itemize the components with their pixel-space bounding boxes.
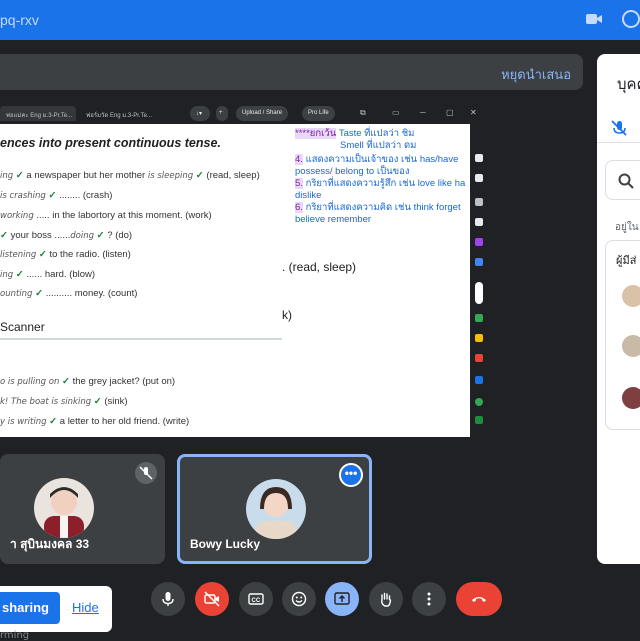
note-line: ****ยกเว้น Taste ที่แปลว่า ชิม xyxy=(295,128,415,139)
stop-presenting-button[interactable]: หยุดนำเสนอ xyxy=(501,64,571,85)
divider xyxy=(0,338,282,340)
raise-hand-button[interactable] xyxy=(369,582,403,616)
more-vert-icon xyxy=(427,592,431,606)
close-icon: ✕ xyxy=(470,108,477,117)
worksheet-line: listening ✓ to the radio. (listen) xyxy=(0,249,131,260)
hand-icon xyxy=(381,592,392,607)
worksheet-line: ing ✓ a newspaper but her mother is slee… xyxy=(0,170,260,181)
pen-purple-icon[interactable] xyxy=(475,238,483,246)
list-header: ผู้มีส่ xyxy=(616,255,637,267)
mic-off-icon xyxy=(135,462,157,484)
shared-browser-toolbar: พ่อแม่คะ Eng ม.3-Pr.Te... ฟอร์มวัด Eng ม… xyxy=(0,102,488,124)
note-line: dislike xyxy=(295,190,322,201)
pen-green-icon[interactable] xyxy=(475,314,483,322)
minimize-icon: ▭ xyxy=(392,108,400,117)
avatar xyxy=(622,387,640,409)
captions-button[interactable]: CC xyxy=(239,582,273,616)
worksheet-line: is crashing ✓ ........ (crash) xyxy=(0,190,113,201)
hide-link[interactable]: Hide xyxy=(72,600,99,615)
note-line: 5. กริยาที่แสดงความรู้สึก เช่น love like… xyxy=(295,178,466,189)
worksheet-line: k! The boat is sinking ✓ (sink) xyxy=(0,396,128,407)
camera-icon[interactable] xyxy=(586,12,602,26)
stop-sharing-button[interactable]: sharing xyxy=(0,592,60,624)
leave-call-button[interactable] xyxy=(456,582,502,616)
browser-tab: ฟอร์มวัด Eng ม.3-Pr.Te... xyxy=(86,113,152,119)
pointer-tool-icon[interactable] xyxy=(475,174,483,182)
pen-white-icon[interactable] xyxy=(475,282,483,304)
camera-off-icon xyxy=(204,591,220,607)
worksheet-title: ences into present continuous tense. xyxy=(0,136,221,150)
worksheet-line: working ..... in the labortory at this m… xyxy=(0,210,212,221)
scanner-label: Scanner xyxy=(0,320,45,334)
worksheet-line: ✓ your boss ......doing ✓ ? (do) xyxy=(0,230,133,241)
note-line: believe remember xyxy=(295,214,372,225)
maximize-icon: ▢ xyxy=(446,108,454,117)
mic-off-icon[interactable] xyxy=(609,118,629,138)
shared-screen: พ่อแม่คะ Eng ม.3-Pr.Te... ฟอร์มวัด Eng ม… xyxy=(0,102,488,437)
browser-tab: พ่อแม่คะ Eng ม.3-Pr.Te... xyxy=(0,106,76,121)
dropdown-icon: ↓▾ xyxy=(190,106,210,121)
worksheet-line: ounting ✓ .......... money. (count) xyxy=(0,288,138,299)
sharing-notification: sharing Hide xyxy=(0,586,112,632)
search-icon xyxy=(618,173,634,189)
meeting-top-bar: pq-rxv xyxy=(0,0,640,40)
captions-icon: CC xyxy=(248,593,264,605)
participant-tile[interactable]: า สุบินมงคล 33 xyxy=(0,454,165,564)
pen-red-icon[interactable] xyxy=(475,354,483,362)
zoomed-hint: k) xyxy=(282,308,292,322)
note-line: 6. กริยาที่แสดงความคิด เช่น think forget xyxy=(295,202,461,213)
eraser-tool-icon[interactable] xyxy=(475,218,483,226)
participant-tile-active[interactable]: ••• Bowy Lucky xyxy=(177,454,372,564)
participant-name: า สุบินมงคล 33 xyxy=(10,537,90,551)
present-button[interactable] xyxy=(325,582,359,616)
divider xyxy=(597,142,640,143)
circle-tool-icon[interactable] xyxy=(475,398,483,406)
section-label: อยู่ใน xyxy=(615,222,639,233)
annotation-toolbar xyxy=(470,124,488,437)
comment-tool-icon[interactable] xyxy=(475,198,483,206)
participant-name: Bowy Lucky xyxy=(190,537,261,551)
note-line: Smell ที่แปลว่า ดม xyxy=(340,140,417,151)
svg-text:CC: CC xyxy=(252,598,261,604)
note-line: 4. แสดงความเป็นเจ้าของ เช่น has/have xyxy=(295,154,459,165)
emoji-icon xyxy=(291,591,307,607)
camera-button[interactable] xyxy=(195,582,229,616)
worksheet-line: y is writing ✓ a letter to her old frien… xyxy=(0,416,190,427)
panel-title: บุคค xyxy=(617,76,640,93)
worksheet-line: ing ✓ ...... hard. (blow) xyxy=(0,269,96,280)
hand-tool-icon[interactable] xyxy=(475,154,483,162)
avatar xyxy=(246,479,306,539)
pen-blue-icon[interactable] xyxy=(475,258,483,266)
handwriting-fragment: rming xyxy=(0,630,30,641)
minimize-icon: ─ xyxy=(420,108,426,117)
presenting-bar: หยุดนำเสนอ xyxy=(0,54,583,90)
upload-share-pill: Upload / Share xyxy=(236,106,289,121)
microphone-button[interactable] xyxy=(151,582,185,616)
avatar xyxy=(622,335,640,357)
note-line: possess/ belong to เป็นของ xyxy=(295,166,410,177)
window-icon: ⧉ xyxy=(360,108,366,117)
meeting-code: pq-rxv xyxy=(0,12,39,28)
worksheet-document: ences into present continuous tense. ing… xyxy=(0,124,466,437)
search-input[interactable] xyxy=(605,160,640,200)
meeting-stage: หยุดนำเสนอ พ่อแม่คะ Eng ม.3-Pr.Te... ฟอร… xyxy=(0,40,597,568)
highlighter-icon[interactable] xyxy=(475,416,483,424)
profile-pill: Pro Life xyxy=(302,106,335,121)
more-options-button[interactable]: ••• xyxy=(339,463,363,487)
phone-hangup-icon xyxy=(472,597,486,602)
participant-list: ผู้มีส่ xyxy=(605,240,640,430)
info-icon[interactable] xyxy=(622,10,640,28)
mic-icon xyxy=(162,592,174,606)
people-panel: บุคค อยู่ใน ผู้มีส่ xyxy=(597,54,640,564)
add-tab-icon: + xyxy=(216,106,228,121)
zoomed-hint: . (read, sleep) xyxy=(282,260,357,274)
present-icon xyxy=(334,592,350,605)
more-options-button[interactable] xyxy=(412,582,446,616)
pen-yellow-icon[interactable] xyxy=(475,334,483,342)
avatar xyxy=(34,478,94,538)
avatar xyxy=(622,285,640,307)
shape-tool-icon[interactable] xyxy=(475,376,483,384)
worksheet-line: o is pulling on ✓ the grey jacket? (put … xyxy=(0,376,176,387)
reactions-button[interactable] xyxy=(282,582,316,616)
